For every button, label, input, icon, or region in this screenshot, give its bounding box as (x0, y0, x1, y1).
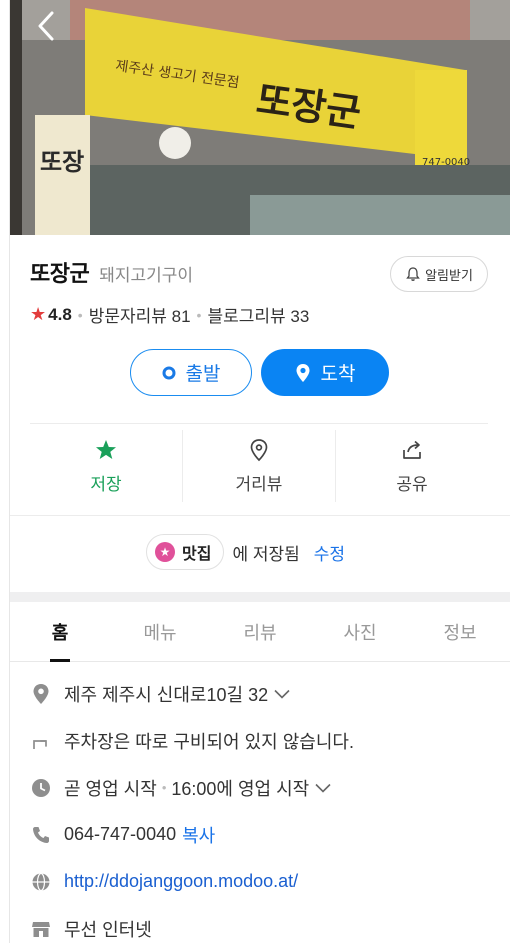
chevron-down-icon (315, 777, 331, 798)
hours-status: 곧 영업 시작 (64, 778, 157, 799)
hero-photo: 제주산 생고기 전문점 또장군 747-0040 또장 (10, 0, 510, 235)
phone-row: 064-747-0040 복사 (30, 811, 500, 858)
star-icon (96, 439, 116, 459)
alarm-button[interactable]: 알림받기 (390, 256, 488, 292)
svg-text:또장: 또장 (40, 148, 84, 176)
save-label: 저장 (90, 474, 122, 494)
chip-label: 맛집 (182, 546, 212, 563)
divider (30, 423, 488, 424)
edit-link[interactable]: 수정 (314, 540, 345, 565)
saved-row: ★ 맛집 에 저장됨 수정 (146, 534, 345, 570)
place-category: 돼지고기구이 (99, 266, 194, 285)
tab-reviews[interactable]: 리뷰 (210, 602, 310, 661)
chevron-down-icon (274, 683, 290, 704)
wifi-row: 무선 인터넷 (30, 905, 500, 943)
phone-number[interactable]: 064-747-0040 (64, 824, 176, 845)
star-icon: ★ (30, 304, 47, 324)
map-pin-icon (296, 363, 310, 382)
blog-reviews-link[interactable]: 블로그리뷰 33 (207, 302, 309, 327)
rating-row: ★ 4.8 • 방문자리뷰 81 • 블로그리뷰 33 (30, 302, 309, 327)
storefront-image: 제주산 생고기 전문점 또장군 747-0040 또장 (10, 0, 510, 235)
start-label: 출발 (185, 364, 221, 385)
arrive-label: 도착 (320, 364, 356, 385)
share-button[interactable]: 공유 (335, 430, 488, 502)
info-list: 제주 제주시 신대로10길 32 주차장은 따로 구비되어 있지 않습니다. 곧… (30, 670, 500, 943)
street-view-button[interactable]: 거리뷰 (182, 430, 335, 502)
website-row: http://ddojanggoon.modoo.at/ (30, 858, 500, 905)
place-name: 또장군 (30, 261, 90, 286)
action-row: 저장 거리뷰 공유 (30, 430, 488, 502)
address-text: 제주 제주시 신대로10길 32 (64, 684, 269, 705)
hours-row[interactable]: 곧 영업 시작 • 16:00에 영업 시작 (30, 764, 500, 811)
pink-star-icon: ★ (155, 542, 175, 562)
phone-icon (30, 824, 52, 846)
parking-text: 주차장은 따로 구비되어 있지 않습니다. (64, 731, 354, 752)
bell-icon (406, 267, 420, 281)
store-icon (30, 918, 52, 940)
visitor-reviews-link[interactable]: 방문자리뷰 81 (89, 302, 191, 327)
place-header: 또장군 돼지고기구이 (30, 256, 193, 288)
save-button[interactable]: 저장 (30, 430, 182, 502)
address-row[interactable]: 제주 제주시 신대로10길 32 (30, 670, 500, 717)
separator-dot: • (161, 780, 167, 795)
tab-info[interactable]: 정보 (410, 602, 510, 661)
divider (10, 515, 510, 516)
share-label: 공유 (396, 474, 428, 494)
website-link[interactable]: http://ddojanggoon.modoo.at/ (64, 871, 298, 892)
parking-row: 주차장은 따로 구비되어 있지 않습니다. (30, 717, 500, 764)
share-icon (403, 440, 421, 459)
start-button[interactable]: 출발 (130, 349, 252, 396)
left-edge (0, 0, 10, 943)
copy-button[interactable]: 복사 (182, 822, 215, 848)
location-pin-icon (30, 683, 52, 705)
hours-detail: 16:00에 영업 시작 (171, 778, 310, 799)
wifi-text: 무선 인터넷 (64, 919, 152, 940)
map-pin-outline-icon (250, 438, 268, 461)
start-dot-icon (162, 366, 176, 379)
separator-dot: • (77, 306, 83, 323)
street-view-label: 거리뷰 (235, 474, 283, 494)
saved-list-chip[interactable]: ★ 맛집 (146, 534, 225, 570)
globe-icon (30, 871, 52, 893)
separator-dot: • (196, 306, 202, 323)
turn-arrow-icon (30, 730, 52, 752)
chevron-left-icon (38, 11, 54, 41)
tab-bar: 홈 메뉴 리뷰 사진 정보 (10, 602, 510, 662)
alarm-label: 알림받기 (425, 267, 473, 283)
saved-text: 에 저장됨 (232, 544, 300, 564)
tab-menu[interactable]: 메뉴 (110, 602, 210, 661)
rating-score: 4.8 (48, 304, 72, 324)
tab-home[interactable]: 홈 (10, 602, 110, 662)
back-button[interactable] (28, 8, 64, 44)
section-separator (10, 592, 510, 602)
clock-icon (30, 777, 52, 799)
arrive-button[interactable]: 도착 (261, 349, 389, 396)
tab-photos[interactable]: 사진 (310, 602, 410, 661)
